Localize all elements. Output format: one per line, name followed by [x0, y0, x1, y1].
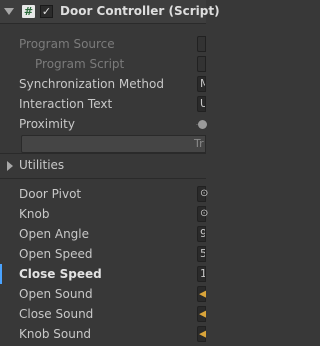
- utilities-label: Utilities: [19, 158, 65, 172]
- tr-button-label: Tr: [194, 137, 204, 150]
- audio-clip-icon: ◀): [199, 327, 206, 340]
- open-angle-row: Open Angle 9: [0, 224, 206, 244]
- interaction-text-row: Interaction Text U: [0, 94, 206, 114]
- knob-sound-row: Knob Sound ◀): [0, 324, 206, 344]
- open-sound-row: Open Sound ◀): [0, 284, 206, 304]
- target-icon[interactable]: ⊙: [200, 208, 208, 219]
- synchronization-method-label: Synchronization Method: [19, 77, 164, 91]
- proximity-slider-handle[interactable]: [198, 120, 207, 129]
- program-source-label: Program Source: [19, 37, 115, 51]
- close-sound-row: Close Sound ◀): [0, 304, 206, 324]
- close-speed-row: Close Speed 1: [0, 264, 206, 284]
- synchronization-method-dropdown[interactable]: M: [197, 76, 206, 92]
- component-title: Door Controller (Script): [60, 4, 220, 18]
- synchronization-method-row: Synchronization Method M: [0, 74, 206, 94]
- audio-clip-icon: ◀): [199, 307, 206, 320]
- door-pivot-label: Door Pivot: [19, 187, 82, 201]
- program-source-field: [197, 36, 206, 52]
- door-pivot-row: Door Pivot ⊙: [0, 184, 208, 204]
- audio-clip-icon: ◀): [199, 287, 206, 300]
- open-speed-label: Open Speed: [19, 247, 93, 261]
- divider: [0, 153, 206, 154]
- proximity-row: Proximity: [0, 114, 207, 134]
- open-angle-input[interactable]: 9: [197, 226, 206, 242]
- knob-row: Knob ⊙: [0, 204, 208, 224]
- utilities-foldout[interactable]: Utilities: [0, 155, 206, 175]
- enabled-checkbox[interactable]: ✓: [40, 5, 53, 18]
- close-speed-label: Close Speed: [19, 267, 102, 281]
- close-sound-label: Close Sound: [19, 307, 94, 321]
- target-icon[interactable]: ⊙: [200, 188, 208, 199]
- interaction-text-label: Interaction Text: [19, 97, 113, 111]
- component-header: # ✓ Door Controller (Script): [0, 0, 220, 24]
- program-script-field: [197, 56, 206, 72]
- proximity-label: Proximity: [19, 117, 75, 131]
- program-source-row: Program Source: [0, 34, 206, 54]
- modified-indicator: [0, 264, 2, 284]
- tr-button[interactable]: Tr: [21, 135, 206, 153]
- open-angle-label: Open Angle: [19, 227, 90, 241]
- open-sound-label: Open Sound: [19, 287, 93, 301]
- close-speed-input[interactable]: 1: [197, 266, 206, 282]
- fold-arrow-icon[interactable]: [4, 8, 14, 15]
- program-script-row: Program Script: [0, 54, 206, 74]
- divider: [0, 178, 206, 179]
- interaction-text-input[interactable]: U: [197, 96, 206, 112]
- open-speed-row: Open Speed 5: [0, 244, 206, 264]
- program-script-label: Program Script: [35, 57, 125, 71]
- script-icon: #: [22, 5, 35, 18]
- knob-sound-label: Knob Sound: [19, 327, 92, 341]
- open-speed-input[interactable]: 5: [197, 246, 206, 262]
- knob-label: Knob: [19, 207, 50, 221]
